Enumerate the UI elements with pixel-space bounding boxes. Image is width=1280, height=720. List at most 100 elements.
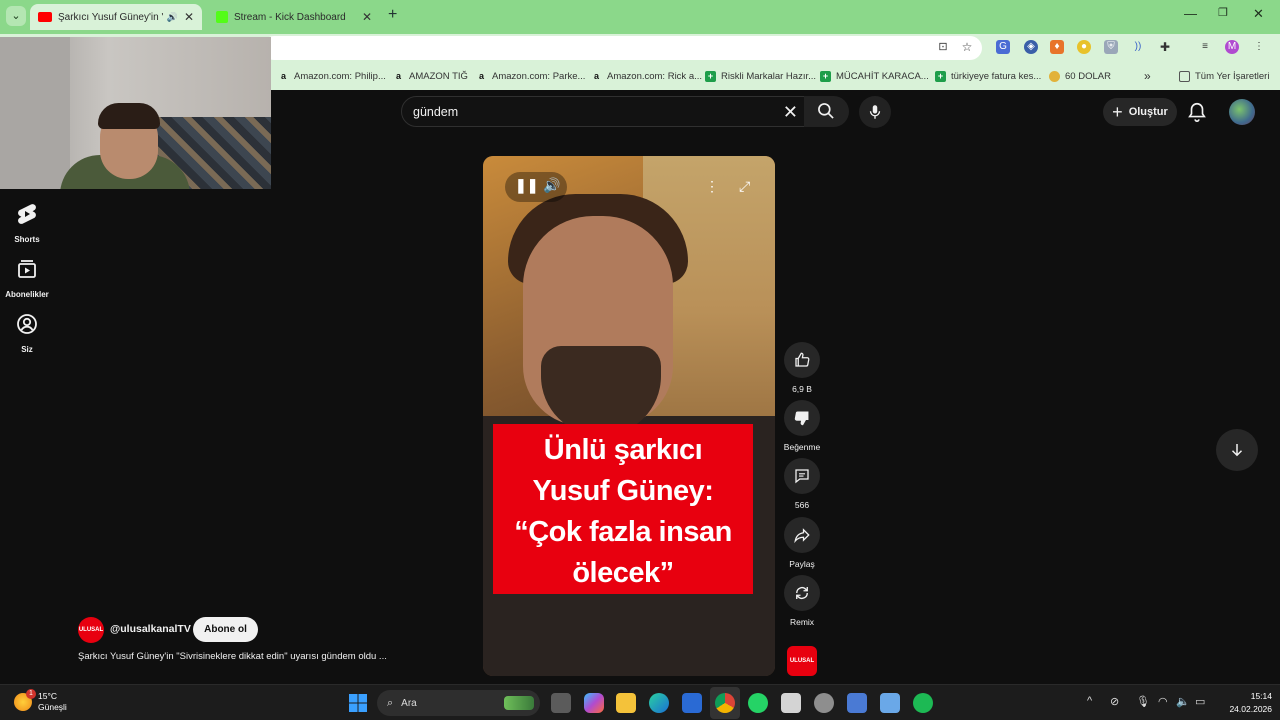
kick-favicon-icon [216,11,228,23]
task-view-icon[interactable] [551,693,571,713]
nav-subscriptions[interactable]: Abonelikler [0,257,54,299]
channel-avatar[interactable]: ULUSAL [78,617,104,643]
tab-youtube[interactable]: Şarkıcı Yusuf Güney'in "Sivri 🔊 ✕ [30,4,202,30]
bookmark-item[interactable]: + Riskli Markalar Hazır... [705,68,816,84]
clock[interactable]: 15:14 24.02.2026 [1216,690,1272,716]
video-title[interactable]: Şarkıcı Yusuf Güney'in "Sivrisineklere d… [78,651,478,662]
extension-yellow-icon[interactable]: ● [1077,40,1091,54]
nav-you[interactable]: Siz [0,312,54,354]
dislike-button[interactable]: Beğenme [784,400,820,452]
install-app-icon[interactable]: ⊡ [936,40,950,54]
bookmark-item[interactable]: a AMAZON TIĞ [393,68,468,84]
bookmark-item[interactable]: a Amazon.com: Philip... [278,68,386,84]
taskbar-search[interactable]: ⌕ Ara [377,690,540,716]
share-button[interactable]: Paylaş [784,517,820,569]
tab-kick[interactable]: Stream - Kick Dashboard ✕ [208,4,380,30]
profile-avatar-icon[interactable]: M [1225,40,1239,54]
search-icon: ⌕ [387,696,394,709]
calculator-icon[interactable] [847,693,867,713]
bookmark-item[interactable]: + MÜCAHİT KARACA... [820,68,929,84]
bookmark-item[interactable]: 60 DOLAR [1049,68,1111,84]
search-input[interactable] [413,103,773,121]
edge-icon[interactable] [649,693,669,713]
sheets-icon: + [705,70,716,82]
more-options-icon[interactable]: ⋮ [705,178,719,195]
volume-icon[interactable]: 🔊 [543,177,560,194]
microsoft-store-icon[interactable] [682,693,702,713]
bookmark-star-icon[interactable]: ☆ [960,40,974,54]
short-video-player[interactable]: Ünlü şarkıcı Yusuf Güney: “Çok fazla ins… [483,156,775,676]
search-button[interactable] [804,96,849,127]
extension-translate-icon[interactable]: G [996,40,1010,54]
chevron-up-icon[interactable]: ^ [1087,695,1092,707]
subscribe-button[interactable]: Abone ol [193,617,258,642]
comment-icon [795,469,809,484]
nav-label: Abonelikler [5,290,49,299]
screen: ⌄ Şarkıcı Yusuf Güney'in "Sivri 🔊 ✕ Stre… [0,0,1280,720]
bookmark-item[interactable]: a Amazon.com: Parke... [476,68,585,84]
spotify-icon[interactable] [913,693,933,713]
browser-menu-icon[interactable]: ⋮ [1252,40,1266,54]
file-explorer-icon[interactable] [616,693,636,713]
bookmark-item[interactable]: a Amazon.com: Rick a... [591,68,702,84]
close-window-icon[interactable]: ✕ [1253,6,1264,22]
webcam-overlay [0,37,271,189]
next-video-button[interactable] [1216,429,1258,471]
search-box: ✕ [401,96,809,127]
extensions-puzzle-icon[interactable]: ✚ [1158,40,1172,54]
channel-handle[interactable]: @ulusalkanalTV [110,623,191,635]
chrome-icon[interactable] [715,693,735,713]
bookmarks-overflow-button[interactable]: » [1144,68,1151,84]
new-tab-button[interactable]: + [388,6,397,24]
close-tab-icon[interactable]: ✕ [184,10,194,24]
extension-orange-icon[interactable]: ♦ [1050,40,1064,54]
battery-icon[interactable]: ▭ [1195,695,1205,708]
tab-search-button[interactable]: ⌄ [6,6,26,26]
tab-title: Stream - Kick Dashboard [234,11,346,23]
tab-title: Şarkıcı Yusuf Güney'in "Sivri [58,11,163,23]
tab-audio-icon[interactable]: 🔊 [167,12,178,23]
network-off-icon[interactable]: ⊘ [1110,695,1119,708]
windows-start-icon[interactable] [348,693,368,713]
search-highlight-icon [504,696,534,710]
restore-icon[interactable]: ❐ [1218,6,1228,19]
create-button[interactable]: + Oluştur [1103,98,1177,126]
player-controls: ❚❚ 🔊 [505,172,567,202]
clear-search-icon[interactable]: ✕ [783,101,798,123]
like-button[interactable]: 6,9 B [784,342,820,394]
weather-widget[interactable]: 15°C Güneşli [14,691,67,713]
extension-wave-icon[interactable]: )) [1131,40,1145,54]
pause-icon[interactable]: ❚❚ [515,177,538,194]
browser-tab-bar: ⌄ Şarkıcı Yusuf Güney'in "Sivri 🔊 ✕ Stre… [0,0,1280,34]
all-bookmarks-folder[interactable]: Tüm Yer İşaretleri [1179,68,1269,84]
amazon-icon: a [478,70,484,81]
app-icon[interactable] [814,693,834,713]
voice-search-button[interactable] [859,96,891,128]
channel-thumbnail[interactable]: ULUSAL [787,646,817,676]
microphone-icon[interactable]: 🎙 [1136,695,1150,708]
comments-button[interactable]: 566 [784,458,820,510]
amazon-icon: a [593,70,599,81]
like-icon [795,352,810,367]
extension-compass-icon[interactable]: ◈ [1024,40,1038,54]
address-bar[interactable] [262,36,982,60]
volume-icon[interactable]: 🔈 [1176,695,1190,708]
notepad-icon[interactable] [880,693,900,713]
shorts-icon [18,204,36,224]
fullscreen-icon[interactable]: ⤢ [739,178,750,195]
close-tab-icon[interactable]: ✕ [362,10,372,24]
amazon-icon: a [395,70,401,81]
app-icon[interactable] [781,693,801,713]
media-controls-icon[interactable]: ≡ [1198,40,1212,54]
notifications-bell-icon[interactable] [1186,101,1208,123]
account-avatar[interactable] [1229,99,1255,125]
wifi-icon[interactable]: ◠ [1158,695,1168,708]
minimize-icon[interactable]: — [1184,6,1197,21]
remix-button[interactable]: Remix [784,575,820,627]
nav-shorts[interactable]: Shorts [0,202,54,244]
copilot-icon[interactable] [584,693,604,713]
dislike-icon [794,411,809,426]
extension-shield-icon[interactable]: ⛨ [1104,40,1118,54]
bookmark-item[interactable]: + türkiyeye fatura kes... [935,68,1041,84]
whatsapp-icon[interactable] [748,693,768,713]
